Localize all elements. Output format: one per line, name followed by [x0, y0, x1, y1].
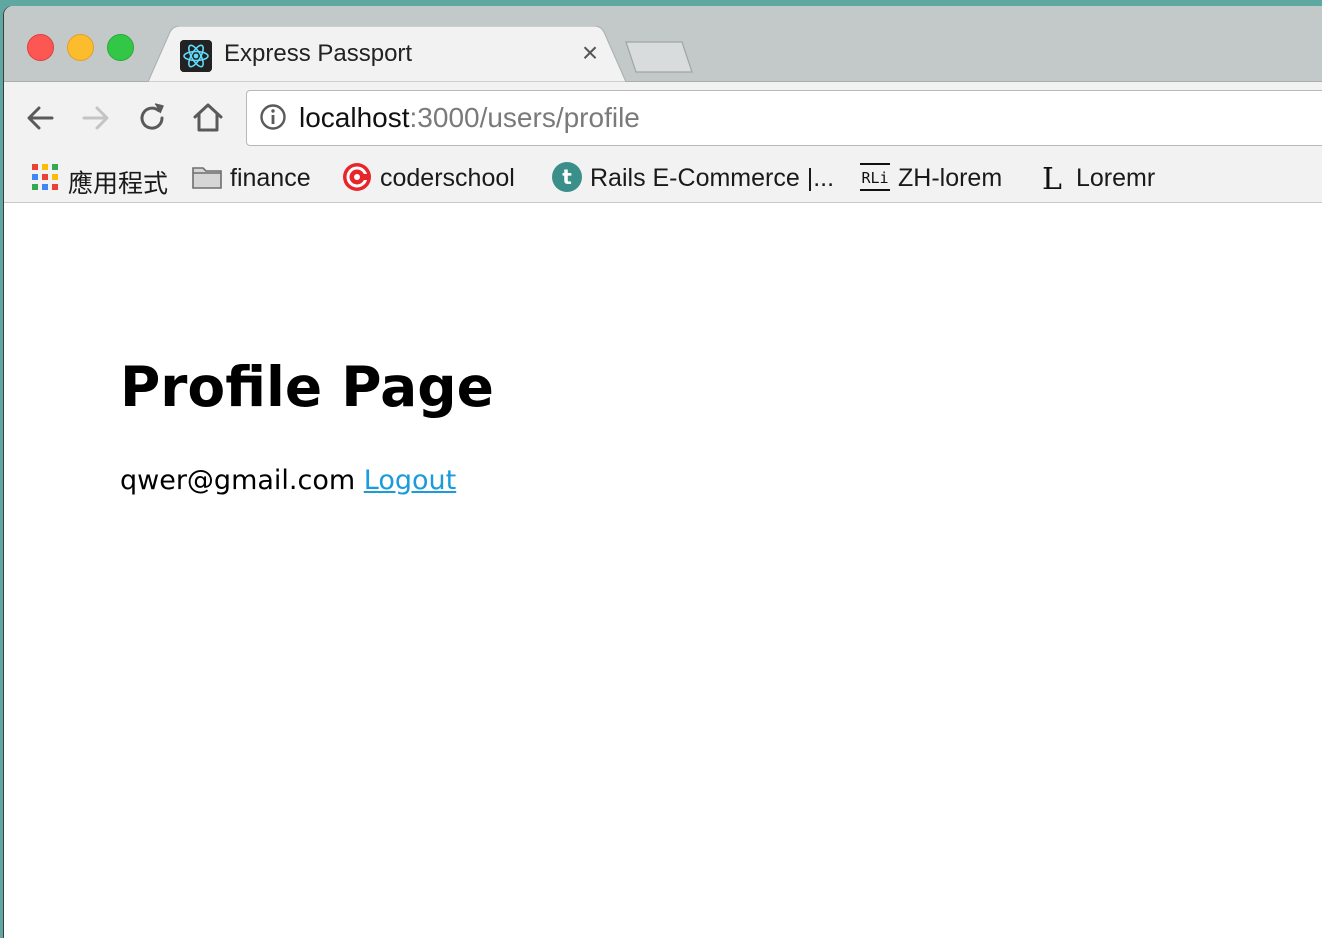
l-letter-icon: L [1042, 162, 1062, 192]
user-info: qwer@gmail.com Logout [120, 465, 456, 496]
url-text[interactable]: localhost:3000/users/profile [299, 102, 640, 134]
url-path: :3000/users/profile [409, 102, 640, 133]
t-circle-icon: t [552, 162, 582, 192]
arrow-right-icon[interactable] [78, 100, 114, 136]
react-icon [180, 40, 212, 72]
info-icon[interactable] [259, 103, 287, 131]
window-maximize-button[interactable] [107, 34, 134, 61]
bookmark-label: finance [230, 164, 311, 192]
tab-strip: Express Passport × [4, 6, 1322, 82]
svg-text:L: L [1042, 162, 1062, 192]
tab-active[interactable]: Express Passport × [148, 26, 627, 82]
window-minimize-button[interactable] [67, 34, 94, 61]
bookmark-label: ZH-lorem [898, 164, 1003, 192]
arrow-left-icon[interactable] [22, 100, 58, 136]
page-content: Profile Page qwer@gmail.com Logout [4, 203, 1322, 938]
coderschool-icon [343, 163, 371, 191]
url-host: localhost [299, 102, 410, 133]
svg-text:t: t [562, 165, 572, 189]
bookmark-label: Loremr [1076, 164, 1156, 192]
folder-icon [192, 167, 222, 189]
logout-link[interactable]: Logout [364, 465, 456, 496]
address-bar[interactable]: localhost:3000/users/profile [246, 90, 1322, 146]
bookmarks-bar: 應用程式 finance coderschool t Rails E-Comme… [4, 152, 1322, 203]
home-icon[interactable] [190, 100, 226, 136]
page-title: Profile Page [120, 355, 494, 419]
bookmark-label: 應用程式 [68, 170, 169, 198]
svg-text:RLi: RLi [861, 169, 888, 187]
browser-toolbar: localhost:3000/users/profile [4, 82, 1322, 152]
tab-title: Express Passport [224, 40, 413, 67]
apps-grid-icon [32, 164, 58, 190]
bookmark-label: coderschool [380, 164, 515, 192]
window-close-button[interactable] [27, 34, 54, 61]
browser-window: Express Passport × localhost:3000/users/… [4, 6, 1322, 938]
rli-icon: RLi [860, 163, 890, 191]
close-icon[interactable]: × [577, 39, 603, 67]
reload-icon[interactable] [134, 100, 170, 136]
user-email: qwer@gmail.com [120, 465, 356, 496]
bookmark-label: Rails E-Commerce |... [590, 164, 835, 192]
new-tab-button[interactable] [624, 40, 696, 74]
